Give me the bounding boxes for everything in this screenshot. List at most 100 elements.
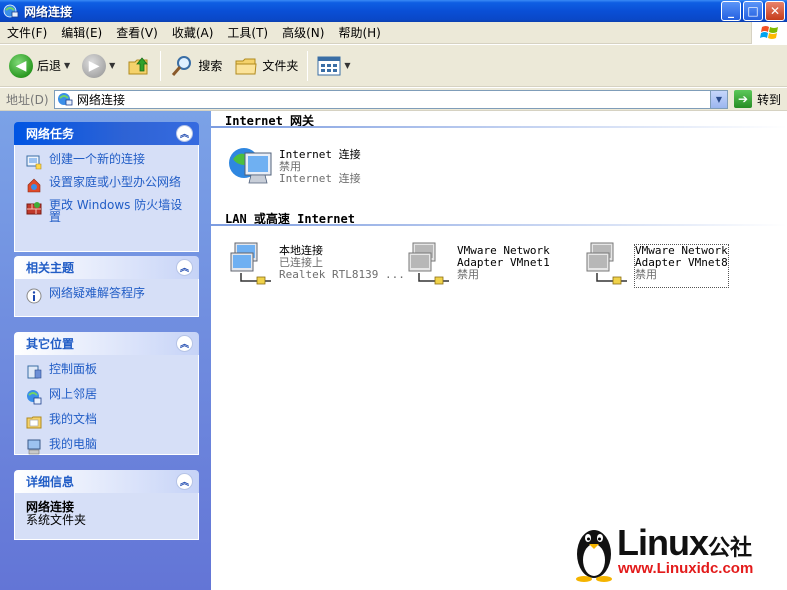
go-button[interactable]: ➔ 转到: [734, 90, 781, 108]
connection-device: Internet 连接: [279, 172, 361, 185]
address-value: 网络连接: [77, 92, 126, 107]
other-places-header[interactable]: 其它位置 ︽: [14, 332, 199, 355]
lan-connection-icon: [230, 242, 271, 285]
place-my-computer[interactable]: 我的电脑: [26, 438, 188, 455]
search-icon: [172, 55, 192, 76]
firewall-icon: [26, 202, 42, 215]
task-label: 网络疑难解答程序: [49, 286, 146, 300]
address-dropdown-icon[interactable]: ▼: [710, 90, 727, 108]
close-button[interactable]: ✕: [765, 1, 785, 21]
task-create-connection[interactable]: 创建一个新的连接: [26, 153, 188, 170]
task-home-network[interactable]: 设置家庭或小型办公网络: [26, 176, 188, 193]
forward-button[interactable]: ▶ ▼: [79, 49, 118, 83]
menu-advanced[interactable]: 高级(N): [275, 22, 331, 44]
details-header[interactable]: 详细信息 ︽: [14, 470, 199, 493]
related-topics-panel: 相关主题 ︽ 网络疑难解答程序: [14, 256, 199, 317]
up-folder-icon: [128, 56, 149, 74]
brand-text: Linux: [617, 522, 709, 563]
panel-title: 相关主题: [26, 261, 75, 275]
my-documents-icon: [26, 416, 42, 429]
up-folder-button[interactable]: [124, 49, 154, 83]
lan-connection-disabled-icon: [586, 242, 627, 285]
details-panel: 详细信息 ︽ 网络连接 系统文件夹: [14, 470, 199, 540]
collapse-icon[interactable]: ︽: [176, 473, 193, 490]
address-bar: 地址(D) 网络连接 ▼ ➔ 转到: [0, 88, 787, 111]
connection-internet[interactable]: Internet 连接 禁用 Internet 连接: [227, 143, 361, 191]
maximize-button[interactable]: □: [743, 1, 763, 21]
menu-edit[interactable]: 编辑(E): [54, 22, 109, 44]
network-connections-icon: [3, 4, 19, 18]
menu-file[interactable]: 文件(F): [0, 22, 54, 44]
title-bar: 网络连接 _ □ ✕: [0, 0, 787, 22]
connection-vmnet1[interactable]: VMware Network Adapter VMnet1 禁用: [405, 239, 550, 287]
task-label: 我的文档: [49, 412, 98, 426]
my-computer-icon: [27, 439, 41, 455]
task-label: 创建一个新的连接: [49, 152, 146, 166]
folder-icon: [235, 58, 257, 74]
minimize-button[interactable]: _: [721, 1, 741, 21]
related-topics-header[interactable]: 相关主题 ︽: [14, 256, 199, 279]
toolbar-separator: [160, 50, 162, 81]
views-button[interactable]: ▼: [314, 49, 353, 83]
internet-gateway-icon: [229, 148, 272, 184]
back-arrow-icon: ◀: [9, 53, 33, 78]
content-area: Internet 网关 Internet 连接 禁用 Internet 连接 L…: [211, 111, 787, 590]
menu-favorites[interactable]: 收藏(A): [165, 22, 221, 44]
folders-button[interactable]: 文件夹: [231, 49, 301, 83]
task-label: 设置家庭或小型办公网络: [49, 175, 182, 189]
address-label: 地址(D): [6, 92, 49, 107]
back-label: 后退: [37, 59, 62, 73]
place-my-documents[interactable]: 我的文档: [26, 413, 188, 430]
windows-logo-icon: [751, 22, 787, 44]
connection-vmnet8[interactable]: VMware Network Adapter VMnet8 禁用: [583, 239, 729, 288]
control-panel-icon: [27, 365, 42, 379]
collapse-icon[interactable]: ︽: [176, 335, 193, 352]
back-dropdown-icon[interactable]: ▼: [64, 61, 70, 70]
home-network-icon: [27, 178, 41, 193]
linuxidc-watermark: Linux公社 www.Linuxidc.com: [572, 522, 784, 584]
menu-tools[interactable]: 工具(T): [220, 22, 275, 44]
back-button[interactable]: ◀ 后退 ▼: [6, 49, 73, 83]
task-pane: 网络任务 ︽ 创建一个新的连接 设置家庭或小型办公网络 更改 Windows 防…: [0, 111, 211, 590]
forward-dropdown-icon[interactable]: ▼: [109, 61, 115, 70]
brand-suffix: 公社: [708, 535, 753, 560]
connection-device: Realtek RTL8139 ...: [279, 268, 405, 281]
watermark-url: www.Linuxidc.com: [618, 560, 754, 577]
menu-help[interactable]: 帮助(H): [331, 22, 387, 44]
place-network-places[interactable]: 网上邻居: [26, 388, 188, 405]
connection-status: 禁用: [635, 268, 657, 281]
window-title: 网络连接: [24, 4, 73, 19]
task-network-troubleshooter[interactable]: 网络疑难解答程序: [26, 287, 188, 304]
views-dropdown-icon[interactable]: ▼: [344, 61, 350, 70]
info-icon: [26, 288, 42, 304]
address-input[interactable]: 网络连接 ▼: [54, 89, 728, 109]
network-places-icon: [27, 390, 42, 405]
place-control-panel[interactable]: 控制面板: [26, 363, 188, 380]
task-label: 我的电脑: [49, 437, 98, 451]
task-label: 网上邻居: [49, 387, 98, 401]
group-divider: [211, 126, 787, 128]
panel-title: 其它位置: [26, 337, 75, 351]
task-label: 控制面板: [49, 362, 98, 376]
details-type: 系统文件夹: [26, 513, 87, 527]
collapse-icon[interactable]: ︽: [176, 125, 193, 142]
connection-status: 禁用: [457, 268, 479, 281]
panel-title: 详细信息: [26, 475, 75, 489]
menu-view[interactable]: 查看(V): [109, 22, 165, 44]
lan-connection-disabled-icon: [408, 242, 449, 285]
task-label: 更改 Windows 防火墙设置: [49, 198, 183, 224]
collapse-icon[interactable]: ︽: [176, 259, 193, 276]
toolbar-separator: [307, 50, 309, 81]
folders-label: 文件夹: [262, 59, 299, 73]
new-connection-icon: [26, 155, 42, 170]
search-button[interactable]: 搜索: [167, 49, 225, 83]
network-tasks-panel: 网络任务 ︽ 创建一个新的连接 设置家庭或小型办公网络 更改 Windows 防…: [14, 122, 199, 252]
connection-local[interactable]: 本地连接 已连接上 Realtek RTL8139 ...: [227, 239, 405, 287]
go-label: 转到: [757, 92, 782, 107]
group-divider: [211, 224, 787, 226]
menu-bar: 文件(F) 编辑(E) 查看(V) 收藏(A) 工具(T) 高级(N) 帮助(H…: [0, 22, 787, 44]
network-tasks-header[interactable]: 网络任务 ︽: [14, 122, 199, 145]
forward-arrow-icon: ▶: [82, 53, 107, 78]
task-firewall[interactable]: 更改 Windows 防火墙设置: [26, 199, 188, 223]
go-arrow-icon: ➔: [734, 90, 752, 108]
